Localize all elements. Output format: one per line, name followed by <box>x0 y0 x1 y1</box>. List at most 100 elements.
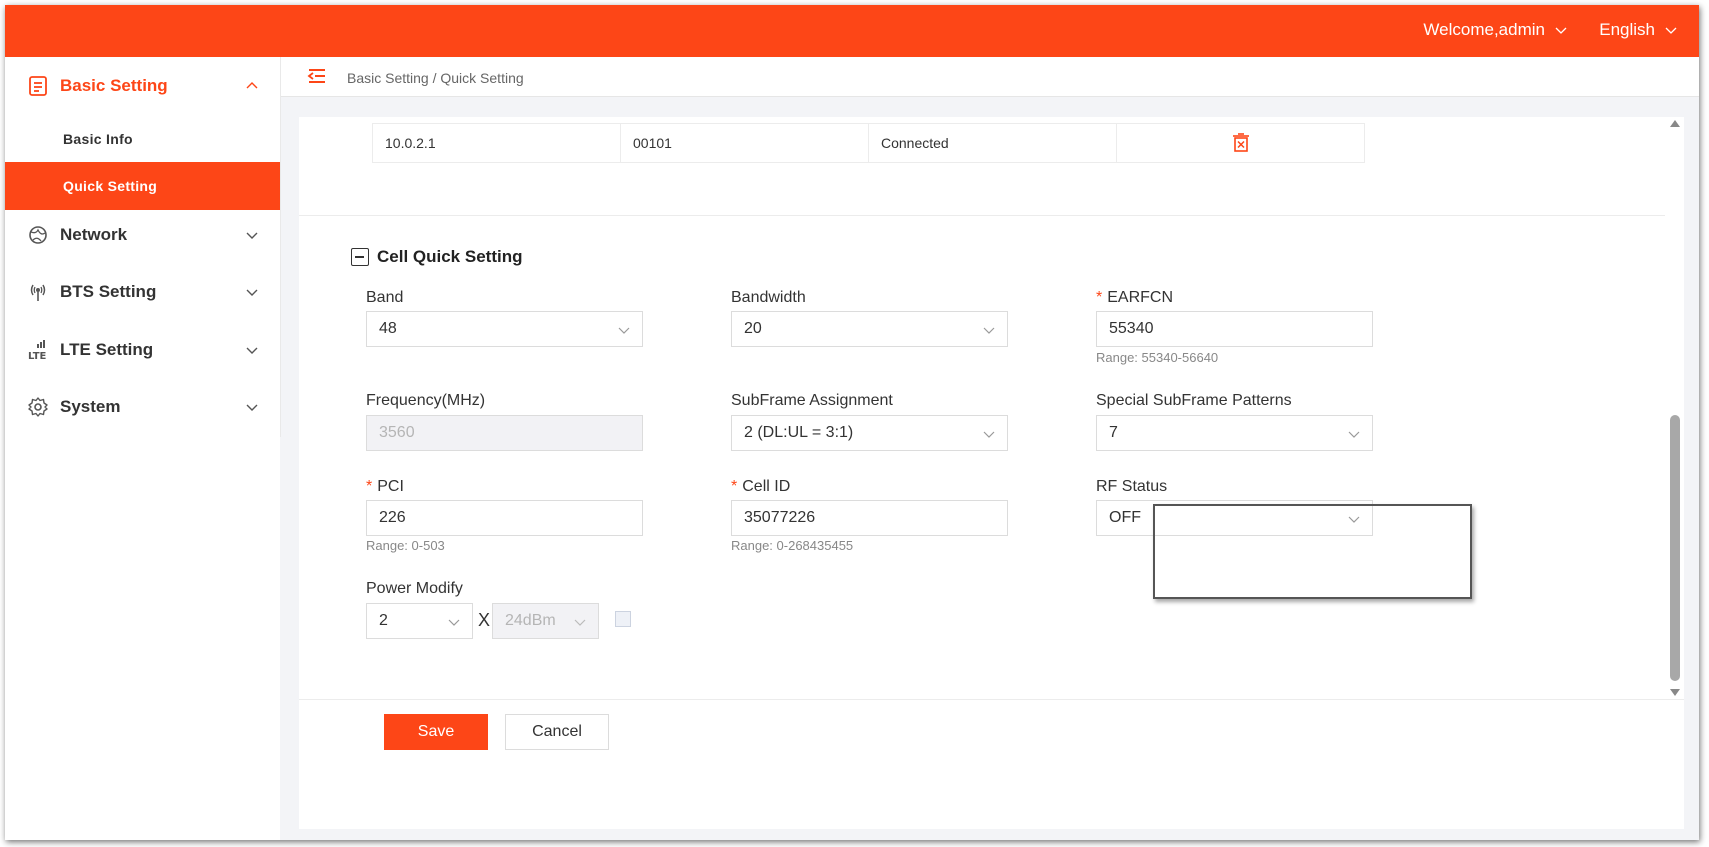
power-dbm-select: 24dBm <box>492 603 599 639</box>
svg-text:LTE: LTE <box>28 351 47 361</box>
sidebar-item-system[interactable]: System <box>5 378 280 436</box>
sidebar-item-lte-setting[interactable]: LTE LTE Setting <box>5 321 280 379</box>
pci-value: 226 <box>379 509 406 526</box>
sidebar-item-network[interactable]: Network <box>5 206 280 264</box>
bandwidth-select[interactable]: 20 <box>731 311 1008 347</box>
scroll-down-arrow[interactable] <box>1670 689 1680 696</box>
bandwidth-label: Bandwidth <box>731 289 806 306</box>
power-modify-label: Power Modify <box>366 580 463 597</box>
special-subframe-label: Special SubFrame Patterns <box>1096 392 1292 409</box>
cell-quick-setting-header[interactable]: Cell Quick Setting <box>351 247 522 267</box>
save-button[interactable]: Save <box>384 714 488 750</box>
peer-action-cell <box>1116 123 1365 163</box>
frequency-value: 3560 <box>379 424 415 441</box>
required-mark: * <box>731 478 738 495</box>
pci-input[interactable]: 226 <box>366 500 643 536</box>
welcome-text: Welcome,admin <box>1423 20 1545 39</box>
chevron-down-icon <box>246 404 258 411</box>
chevron-down-icon <box>983 431 995 438</box>
collapse-icon[interactable] <box>351 248 369 266</box>
menu-collapse-icon[interactable] <box>307 67 327 85</box>
rf-status-highlight-box <box>1153 504 1472 599</box>
cancel-button[interactable]: Cancel <box>505 714 609 750</box>
subframe-label: SubFrame Assignment <box>731 392 893 409</box>
earfcn-label: * EARFCN <box>1096 289 1173 307</box>
rf-status-label: RF Status <box>1096 478 1168 495</box>
chevron-up-icon <box>246 82 258 89</box>
globe-icon <box>29 226 47 244</box>
language-menu[interactable]: English <box>1599 20 1677 40</box>
table-row: 10.0.2.1 00101 Connected <box>372 123 1365 163</box>
pci-label: * PCI <box>366 478 404 496</box>
power-modify-checkbox[interactable] <box>615 611 631 627</box>
cell-id-value: 35077226 <box>744 509 816 526</box>
required-mark: * <box>1096 289 1103 306</box>
breadcrumb: Basic Setting / Quick Setting <box>347 70 524 86</box>
cell-id-input[interactable]: 35077226 <box>731 500 1008 536</box>
sidebar-item-label: LTE Setting <box>60 340 154 359</box>
sidebar-item-label: Basic Setting <box>60 76 168 95</box>
scrollbar-thumb[interactable] <box>1670 415 1680 681</box>
earfcn-label-text: EARFCN <box>1107 289 1174 306</box>
power-multiplier-value: 2 <box>379 612 388 629</box>
cell-id-hint: Range: 0-268435455 <box>731 538 854 553</box>
special-subframe-value: 7 <box>1109 424 1118 441</box>
main-content-card: 10.0.2.1 00101 Connected Cell Quick Sett… <box>299 117 1684 829</box>
sidebar: Basic Setting Basic Info Quick Setting N… <box>5 57 281 840</box>
peer-plmn-cell: 00101 <box>620 123 869 163</box>
pci-label-text: PCI <box>377 478 404 495</box>
top-bar: Welcome,admin English <box>5 5 1699 57</box>
peer-table: 10.0.2.1 00101 Connected <box>372 123 1365 163</box>
band-select[interactable]: 48 <box>366 311 643 347</box>
sidebar-item-basic-info[interactable]: Basic Info <box>5 115 280 163</box>
power-multiplier-select[interactable]: 2 <box>366 603 473 639</box>
chevron-down-icon <box>448 619 460 626</box>
rf-status-value: OFF <box>1109 509 1141 526</box>
power-dbm-value: 24dBm <box>505 612 556 629</box>
user-menu[interactable]: Welcome,admin <box>1423 20 1567 40</box>
sidebar-item-label: Network <box>60 225 128 244</box>
cell-id-label-text: Cell ID <box>742 478 791 495</box>
breadcrumb-bar: Basic Setting / Quick Setting <box>281 57 1699 97</box>
chevron-down-icon <box>574 619 586 626</box>
subframe-select[interactable]: 2 (DL:UL = 3:1) <box>731 415 1008 451</box>
peer-status-cell: Connected <box>868 123 1117 163</box>
app-window: Welcome,admin English Basic Setting Basi… <box>5 5 1699 840</box>
sidebar-item-quick-setting[interactable]: Quick Setting <box>5 162 280 210</box>
earfcn-value: 55340 <box>1109 320 1154 337</box>
lte-signal-icon: LTE <box>28 340 47 361</box>
footer-divider <box>299 699 1684 700</box>
frequency-input: 3560 <box>366 415 643 451</box>
antenna-icon <box>30 284 46 301</box>
chevron-down-icon <box>983 327 995 334</box>
multiply-sign: X <box>478 610 491 630</box>
pci-hint: Range: 0-503 <box>366 538 445 553</box>
chevron-down-icon <box>1555 27 1567 34</box>
scroll-up-arrow[interactable] <box>1670 120 1680 127</box>
chevron-down-icon <box>618 327 630 334</box>
required-mark: * <box>366 478 373 495</box>
special-subframe-select[interactable]: 7 <box>1096 415 1373 451</box>
chevron-down-icon <box>246 289 258 296</box>
sidebar-item-basic-setting[interactable]: Basic Setting <box>5 57 280 115</box>
sidebar-divider <box>280 57 281 437</box>
chevron-down-icon <box>246 232 258 239</box>
gear-icon <box>28 397 48 417</box>
chevron-down-icon <box>246 347 258 354</box>
delete-icon[interactable] <box>1232 133 1250 153</box>
sidebar-item-label: System <box>60 397 121 416</box>
band-value: 48 <box>379 320 397 337</box>
sidebar-item-bts-setting[interactable]: BTS Setting <box>5 263 280 321</box>
chevron-down-icon <box>1665 27 1677 34</box>
sidebar-item-label: BTS Setting <box>60 282 157 301</box>
earfcn-hint: Range: 55340-56640 <box>1096 350 1219 365</box>
section-title: Cell Quick Setting <box>377 247 523 266</box>
chevron-down-icon <box>1348 431 1360 438</box>
peer-ip-cell: 10.0.2.1 <box>372 123 621 163</box>
language-text: English <box>1599 20 1655 39</box>
frequency-label: Frequency(MHz) <box>366 392 486 409</box>
cell-id-label: * Cell ID <box>731 478 790 496</box>
bandwidth-value: 20 <box>744 320 762 337</box>
subframe-value: 2 (DL:UL = 3:1) <box>744 424 854 441</box>
earfcn-input[interactable]: 55340 <box>1096 311 1373 347</box>
